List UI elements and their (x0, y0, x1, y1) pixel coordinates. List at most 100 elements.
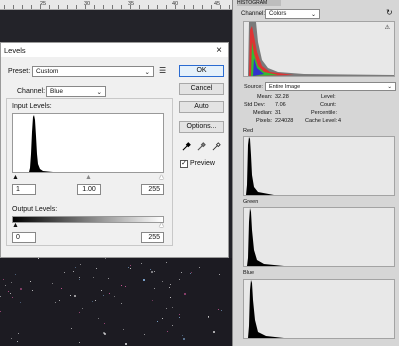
input-gamma-field[interactable]: 1.00 (77, 184, 101, 195)
star (179, 314, 180, 315)
star (167, 331, 168, 332)
star (82, 308, 83, 309)
star (182, 335, 183, 336)
output-white-slider[interactable]: ▲ (158, 222, 165, 229)
star (38, 258, 39, 259)
stddev-value: 7.06 (275, 102, 286, 108)
output-black-field[interactable]: 0 (12, 232, 36, 243)
ruler-tick (202, 5, 203, 9)
count-label: Count: (320, 102, 337, 108)
star (15, 274, 16, 275)
star (61, 288, 62, 289)
close-icon[interactable]: × (216, 45, 222, 56)
ruler-tick (76, 5, 77, 9)
star (154, 271, 155, 272)
star (79, 312, 80, 313)
channel-select[interactable]: Blue ⌄ (46, 86, 106, 97)
star (11, 338, 12, 339)
preview-checkbox[interactable]: ✓ (180, 160, 188, 168)
star (130, 268, 131, 269)
stddev-label: Std Dev: (244, 102, 266, 108)
ruler-tick (58, 5, 59, 9)
star (92, 301, 93, 302)
star (172, 325, 173, 326)
green-histogram (243, 207, 395, 267)
ruler-tick (4, 5, 5, 9)
preset-select[interactable]: Custom ⌄ (32, 66, 154, 77)
histogram-tab[interactable]: HISTOGRAM (237, 0, 281, 6)
star (199, 267, 200, 268)
star (55, 302, 56, 303)
star (52, 283, 53, 284)
source-label: Source: (244, 84, 263, 90)
ruler-tick (157, 5, 158, 9)
output-white-field[interactable]: 255 (141, 232, 164, 243)
preset-label: Preset: (8, 68, 31, 75)
ruler-tick (166, 5, 167, 9)
star (162, 318, 163, 319)
output-gradient (12, 216, 164, 223)
black-point-slider[interactable]: ▲ (12, 174, 19, 181)
star (141, 263, 142, 264)
ruler-tick (229, 5, 230, 9)
channel-label: Channel: (16, 88, 47, 95)
cache-level-value: 4 (338, 118, 342, 124)
star (157, 321, 158, 322)
preview-label: Preview (190, 160, 215, 167)
star (17, 341, 18, 342)
ruler-tick (130, 5, 131, 9)
preset-options-icon[interactable]: ☰ (159, 66, 166, 75)
ruler-tick (139, 5, 140, 9)
white-point-slider[interactable]: ▲ (158, 174, 165, 181)
star (59, 300, 60, 301)
star (221, 310, 222, 311)
gray-eyedropper-icon[interactable] (197, 142, 206, 151)
ok-button[interactable]: OK (179, 65, 224, 77)
hist-channel-select[interactable]: Colors ⌄ (265, 9, 320, 19)
green-channel-label: Green (243, 199, 259, 205)
star (166, 308, 167, 309)
output-black-slider[interactable]: ▲ (12, 222, 19, 229)
horizontal-ruler: 25 30 35 40 45 (0, 0, 232, 10)
pixels-label: Pixels: (256, 118, 273, 124)
star (73, 271, 74, 272)
cancel-button[interactable]: Cancel (179, 83, 224, 95)
star (219, 274, 220, 275)
star (169, 287, 170, 288)
chevron-down-icon: ⌄ (310, 11, 316, 18)
ruler-tick (85, 5, 86, 9)
colors-histogram-graph (244, 22, 394, 76)
ruler-tick (112, 5, 113, 9)
gamma-slider[interactable]: ▲ (85, 174, 92, 181)
star (151, 271, 153, 273)
source-select[interactable]: Entire Image ⌄ (265, 82, 396, 91)
auto-button[interactable]: Auto (179, 101, 224, 113)
star (95, 300, 96, 301)
refresh-icon[interactable]: ↻ (386, 8, 393, 17)
star (190, 273, 191, 274)
ruler-tick (103, 5, 104, 9)
input-black-field[interactable]: 1 (12, 184, 36, 195)
star (121, 285, 122, 286)
star (96, 268, 97, 269)
star (150, 269, 151, 270)
output-levels-label: Output Levels: (12, 206, 58, 213)
star (32, 290, 33, 291)
levels-titlebar: Levels × (1, 43, 228, 57)
star (162, 281, 163, 282)
options-button[interactable]: Options... (179, 121, 224, 133)
input-white-field[interactable]: 255 (141, 184, 164, 195)
star (130, 265, 131, 266)
green-histogram-graph (244, 208, 284, 266)
hist-channel-value: Colors (269, 11, 287, 17)
levels-title: Levels (4, 45, 26, 55)
star (125, 286, 126, 287)
ruler-tick (40, 5, 41, 9)
star (70, 295, 71, 296)
white-eyedropper-icon[interactable] (212, 142, 221, 151)
colors-histogram: ⚠ (243, 21, 395, 77)
black-eyedropper-icon[interactable] (182, 142, 191, 151)
star (20, 288, 22, 290)
mean-label: Mean: (257, 94, 273, 100)
ruler-tick (193, 5, 194, 9)
